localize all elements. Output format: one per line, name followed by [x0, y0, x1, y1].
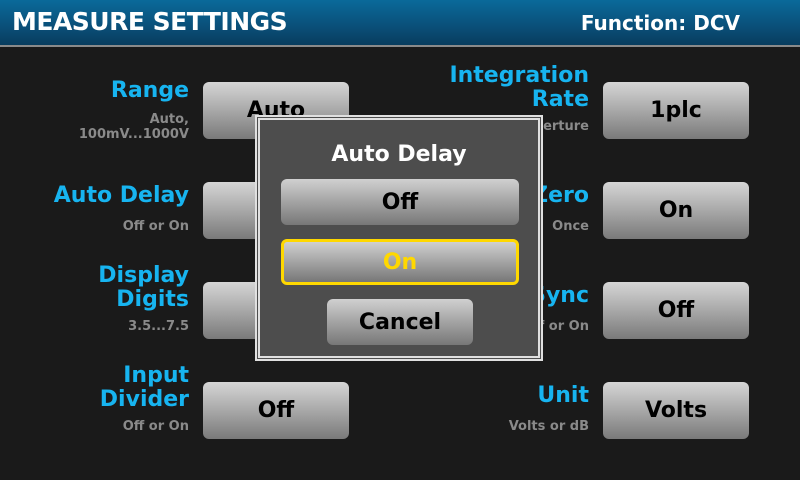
cancel-button[interactable]: Cancel — [327, 299, 473, 345]
display-digits-hint: 3.5...7.5 — [128, 319, 189, 334]
range-label: Range — [110, 78, 189, 103]
header-bar: MEASURE SETTINGS Function: DCV — [0, 0, 800, 47]
function-indicator: Function: DCV — [580, 11, 740, 35]
unit-hint: Volts or dB — [508, 419, 589, 434]
integration-rate-button[interactable]: 1plc — [603, 82, 749, 139]
range-hint: Auto, 100mV...1000V — [78, 112, 189, 142]
auto-zero-button[interactable]: On — [603, 182, 749, 239]
integration-rate-label: Integration Rate — [449, 63, 589, 112]
input-divider-hint: Off or On — [122, 419, 189, 434]
unit-button[interactable]: Volts — [603, 382, 749, 439]
option-off-button[interactable]: Off — [281, 179, 519, 225]
dialog-title: Auto Delay — [331, 142, 467, 167]
auto-delay-hint: Off or On — [122, 219, 189, 234]
option-on-button[interactable]: On — [281, 239, 519, 285]
page-title: MEASURE SETTINGS — [12, 7, 288, 36]
display-digits-label: Display Digits — [98, 263, 189, 312]
input-divider-label: Input Divider — [99, 363, 189, 412]
auto-delay-label: Auto Delay — [53, 183, 189, 208]
auto-delay-dialog: Auto Delay Off On Cancel — [255, 115, 543, 361]
line-sync-button[interactable]: Off — [603, 282, 749, 339]
unit-label: Unit — [537, 383, 589, 408]
input-divider-button[interactable]: Off — [203, 382, 349, 439]
